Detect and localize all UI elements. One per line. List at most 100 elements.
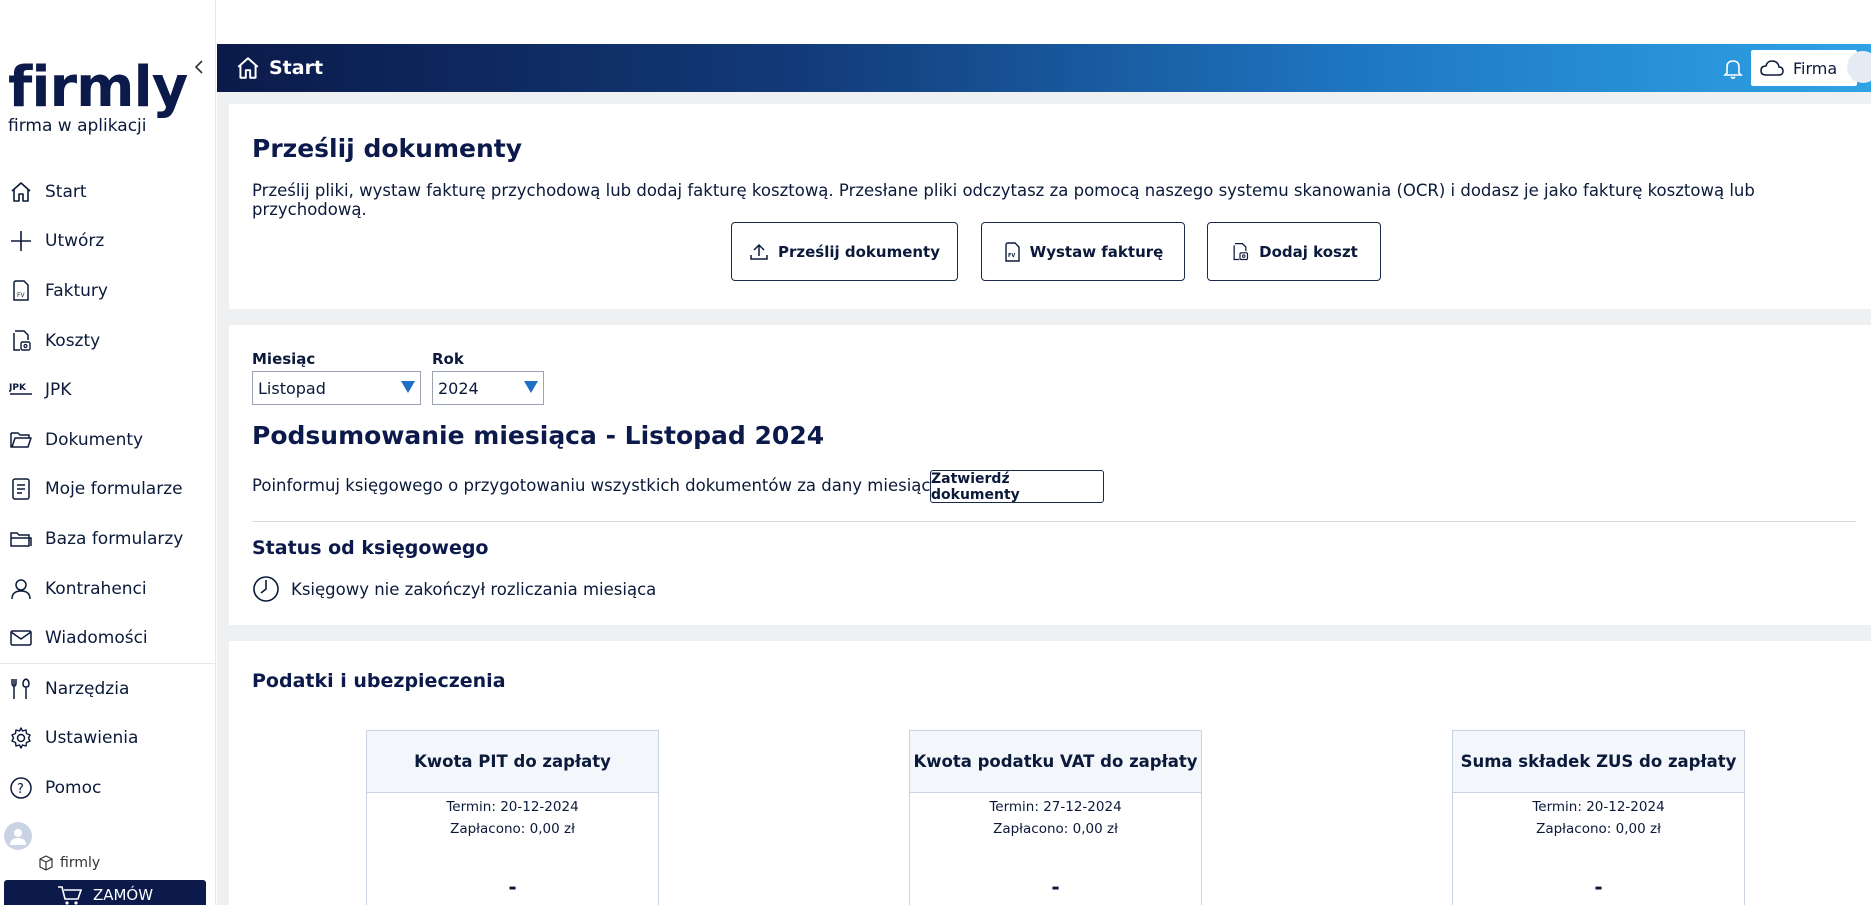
month-select[interactable]: Listopad (252, 371, 421, 405)
sidebar-item-label: Kontrahenci (45, 578, 147, 599)
sidebar-item-label: Baza formularzy (45, 528, 184, 549)
sidebar-item-label: JPK (45, 380, 72, 401)
cart-icon (57, 886, 83, 905)
sidebar-item-documents[interactable]: Dokumenty (0, 415, 216, 465)
mail-icon (8, 625, 34, 651)
dropdown-arrow-icon (524, 381, 538, 393)
sidebar-item-invoices[interactable]: FV Faktury (0, 266, 216, 316)
sidebar-item-costs[interactable]: Koszty (0, 316, 216, 366)
sidebar-item-messages[interactable]: Wiadomości (0, 613, 216, 663)
costs-icon (8, 328, 34, 354)
cube-icon (39, 855, 53, 871)
company-label: firmly (60, 855, 101, 871)
zus-amount: - (1594, 875, 1603, 899)
sidebar-item-jpk[interactable]: JPK JPK (0, 365, 216, 415)
sidebar-item-label: Narzędzia (45, 678, 130, 699)
month-summary-card: Miesiąc Listopad Rok 2024 Podsumowanie m… (229, 325, 1871, 625)
notifications-button[interactable] (1721, 56, 1745, 84)
sidebar-nav: Start Utwórz FV Faktury Koszty JPK JPK D… (0, 167, 216, 813)
avatar (4, 822, 32, 850)
help-icon: ? (8, 775, 34, 801)
sidebar-item-label: Dokumenty (45, 429, 144, 450)
user-icon (10, 829, 26, 845)
sidebar-item-settings[interactable]: Ustawienia (0, 714, 216, 764)
summary-title: Podsumowanie miesiąca - Listopad 2024 (252, 421, 825, 450)
profile[interactable] (4, 822, 32, 850)
upload-description: Prześlij pliki, wystaw fakturę przychodo… (252, 181, 1755, 219)
sidebar-item-label: Moje formularze (45, 479, 183, 500)
upload-documents-label: Prześlij dokumenty (778, 242, 940, 261)
vat-box[interactable]: Kwota podatku VAT do zapłaty Termin: 27-… (909, 730, 1202, 905)
svg-text:JPK: JPK (9, 383, 27, 393)
upload-card: Prześlij dokumenty Prześlij pliki, wysta… (229, 104, 1871, 309)
month-select-value: Listopad (258, 378, 326, 398)
sidebar-item-my-forms[interactable]: Moje formularze (0, 465, 216, 515)
folders-icon (8, 526, 34, 552)
upload-documents-button[interactable]: Prześlij dokumenty (731, 222, 958, 281)
page-title: Start (269, 57, 324, 79)
gear-icon (8, 725, 34, 751)
upload-title: Prześlij dokumenty (252, 134, 522, 163)
sidebar-item-label: Wiadomości (45, 628, 148, 649)
firma-button-label: Firma (1793, 58, 1838, 78)
inform-accountant-text: Poinformuj księgowego o przygotowaniu ws… (252, 476, 931, 495)
issue-invoice-button[interactable]: FV Wystaw fakturę (981, 222, 1185, 281)
chevron-left-icon (194, 60, 203, 74)
home-icon (8, 179, 34, 205)
sidebar: firmly firma w aplikacji Start Utwórz FV… (0, 0, 216, 905)
bell-icon (1723, 60, 1743, 79)
logo[interactable]: firmly firma w aplikacji (8, 55, 188, 137)
vat-paid: Zapłacono: 0,00 zł (993, 821, 1118, 837)
vat-title: Kwota podatku VAT do zapłaty (910, 731, 1201, 793)
top-bar: Start Firma (217, 44, 1871, 92)
topbar-home[interactable]: Start (235, 55, 323, 81)
logo-wordmark: firmly (8, 55, 188, 120)
sidebar-item-label: Start (45, 181, 87, 202)
sidebar-item-label: Ustawienia (45, 728, 139, 749)
sidebar-item-help[interactable]: ? Pomoc (0, 763, 216, 813)
clock-icon (253, 576, 279, 602)
taxes-card: Podatki i ubezpieczenia Kwota PIT do zap… (229, 641, 1871, 905)
firma-button[interactable]: Firma (1751, 50, 1857, 86)
company-name[interactable]: firmly (38, 855, 100, 871)
tools-icon (8, 676, 34, 702)
sidebar-item-start[interactable]: Start (0, 167, 216, 217)
user-avatar[interactable] (1847, 51, 1871, 83)
form-icon (8, 476, 34, 502)
zus-paid: Zapłacono: 0,00 zł (1536, 821, 1661, 837)
sidebar-item-create[interactable]: Utwórz (0, 217, 216, 267)
status-title: Status od księgowego (252, 537, 489, 559)
status-line: Księgowy nie zakończył rozliczania miesi… (252, 575, 656, 603)
pit-deadline: Termin: 20-12-2024 (446, 799, 579, 815)
invoice-icon: FV (1004, 241, 1020, 262)
sidebar-item-label: Faktury (45, 280, 108, 301)
costs-icon (1233, 242, 1249, 260)
taxes-title: Podatki i ubezpieczenia (252, 670, 506, 692)
main-content: Prześlij dokumenty Prześlij pliki, wysta… (217, 92, 1871, 905)
sidebar-item-contractors[interactable]: Kontrahenci (0, 564, 216, 614)
sidebar-item-label: Utwórz (45, 231, 105, 252)
add-cost-button[interactable]: Dodaj koszt (1207, 222, 1381, 281)
pit-box[interactable]: Kwota PIT do zapłaty Termin: 20-12-2024 … (366, 730, 659, 905)
folder-icon (8, 427, 34, 453)
status-text: Księgowy nie zakończył rozliczania miesi… (291, 579, 657, 599)
pit-title: Kwota PIT do zapłaty (367, 731, 658, 793)
jpk-icon: JPK (8, 377, 34, 403)
svg-text:FV: FV (1008, 253, 1015, 259)
invoice-icon: FV (8, 278, 34, 304)
vat-deadline: Termin: 27-12-2024 (989, 799, 1122, 815)
sidebar-item-forms-base[interactable]: Baza formularzy (0, 514, 216, 564)
svg-text:?: ? (17, 782, 24, 797)
confirm-documents-button[interactable]: Zatwierdź dokumenty (930, 470, 1104, 503)
add-cost-label: Dodaj koszt (1259, 242, 1358, 261)
year-select-value: 2024 (438, 378, 479, 398)
pit-amount: - (508, 875, 517, 899)
collapse-sidebar-button[interactable] (193, 58, 209, 78)
upload-icon (750, 243, 768, 260)
pit-paid: Zapłacono: 0,00 zł (450, 821, 575, 837)
zus-box[interactable]: Suma składek ZUS do zapłaty Termin: 20-1… (1452, 730, 1745, 905)
year-select[interactable]: 2024 (432, 371, 544, 405)
sidebar-item-tools[interactable]: Narzędzia (0, 664, 216, 714)
order-button[interactable]: ZAMÓW (4, 880, 206, 905)
divider (252, 521, 1856, 522)
